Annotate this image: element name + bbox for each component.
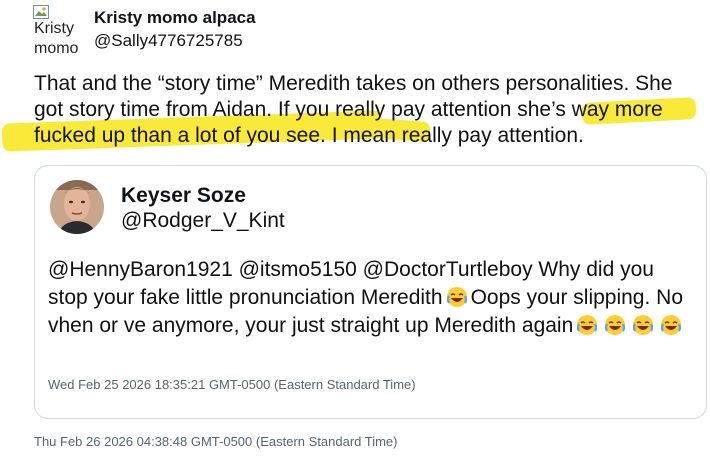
face-with-tears-of-joy-icon [446,287,467,307]
quoted-author-name[interactable]: Keyser Soze [121,184,246,208]
quoted-tweet-timestamp[interactable]: Wed Feb 25 2026 18:35:21 GMT-0500 (Easte… [48,377,416,393]
quoted-author-avatar[interactable] [50,180,104,234]
post-timestamp[interactable]: Thu Feb 26 2026 04:38:48 GMT-0500 (Easte… [34,434,398,450]
author-avatar[interactable]: Kristy momo [33,5,83,55]
quoted-tweet-text: @HennyBaron1921 @itsmo5150 @DoctorTurtle… [48,256,688,340]
person-photo-icon [50,180,104,234]
post-text: That and the “story time” Meredith takes… [34,72,673,147]
face-with-tears-of-joy-icon [577,315,598,335]
quoted-author-handle[interactable]: @Rodger_V_Kint [121,209,285,233]
broken-image-icon [33,5,49,19]
author-name[interactable]: Kristy momo alpaca [94,8,256,28]
face-with-tears-of-joy-icon [661,315,682,335]
avatar-alt-text: Kristy momo [34,20,79,55]
author-handle[interactable]: @Sally4776725785 [94,31,243,51]
quoted-tweet-card[interactable]: Keyser Soze @Rodger_V_Kint @HennyBaron19… [34,165,707,419]
face-with-tears-of-joy-icon [633,315,654,335]
face-with-tears-of-joy-icon [605,315,626,335]
